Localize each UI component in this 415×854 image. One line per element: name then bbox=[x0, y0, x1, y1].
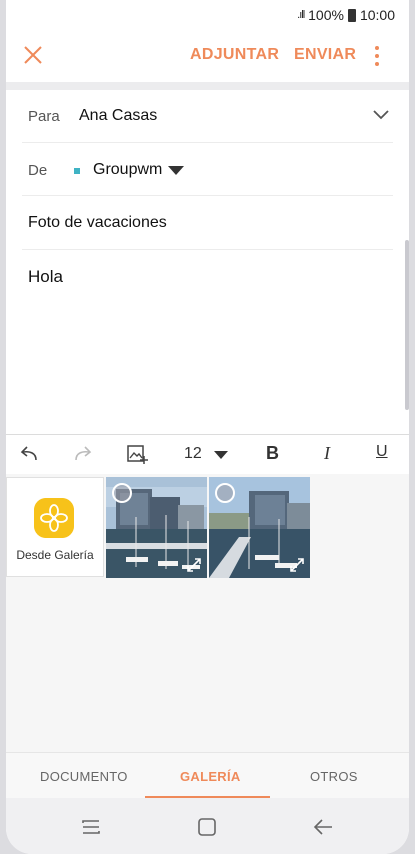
status-bar: .ıll 100% 10:00 bbox=[6, 0, 409, 30]
select-circle[interactable] bbox=[112, 483, 132, 503]
from-field[interactable]: De Groupwm bbox=[22, 142, 393, 196]
font-size-value[interactable]: 12 bbox=[184, 445, 202, 467]
bold-button[interactable]: B bbox=[266, 443, 279, 465]
italic-button[interactable]: I bbox=[324, 443, 330, 465]
attachment-picker: Desde Galería bbox=[6, 474, 409, 752]
battery-icon bbox=[347, 8, 356, 22]
recent-apps-icon[interactable] bbox=[80, 816, 102, 838]
message-body[interactable]: Hola bbox=[28, 267, 63, 287]
back-icon[interactable] bbox=[312, 816, 334, 838]
header-divider bbox=[6, 82, 409, 90]
home-icon[interactable] bbox=[196, 816, 218, 838]
undo-icon[interactable] bbox=[18, 443, 40, 465]
gallery-flower-icon bbox=[34, 498, 74, 538]
attachment-tabs: DOCUMENTO GALERÍA OTROS bbox=[6, 752, 409, 799]
action-bar: ADJUNTAR ENVIAR bbox=[6, 30, 409, 82]
close-icon[interactable] bbox=[22, 44, 44, 66]
account-color-icon bbox=[74, 168, 80, 174]
dropdown-triangle-icon[interactable] bbox=[168, 166, 184, 175]
to-field[interactable]: Para Ana Casas bbox=[22, 90, 393, 143]
redo-icon[interactable] bbox=[72, 443, 94, 465]
system-nav-bar bbox=[6, 798, 409, 854]
attach-button[interactable]: ADJUNTAR bbox=[190, 46, 279, 64]
battery-percent: 100% bbox=[308, 7, 344, 23]
signal-icon: .ıll bbox=[297, 9, 305, 21]
font-size-dropdown-icon[interactable] bbox=[214, 451, 228, 459]
gallery-thumbnail[interactable] bbox=[209, 477, 310, 578]
formatting-toolbar: 12 B I U bbox=[6, 434, 409, 476]
to-label: Para bbox=[28, 108, 60, 125]
from-gallery-button[interactable]: Desde Galería bbox=[6, 477, 104, 577]
to-recipient[interactable]: Ana Casas bbox=[79, 107, 157, 125]
email-compose-screen: .ıll 100% 10:00 ADJUNTAR ENVIAR Para Ana… bbox=[6, 0, 409, 854]
subject-text[interactable]: Foto de vacaciones bbox=[28, 214, 167, 232]
insert-image-icon[interactable] bbox=[126, 443, 148, 465]
clock: 10:00 bbox=[359, 7, 395, 23]
tab-document[interactable]: DOCUMENTO bbox=[40, 769, 128, 784]
from-label: De bbox=[28, 162, 48, 179]
from-gallery-label: Desde Galería bbox=[16, 548, 94, 562]
select-circle[interactable] bbox=[215, 483, 235, 503]
tab-others[interactable]: OTROS bbox=[310, 769, 358, 784]
expand-icon[interactable] bbox=[290, 558, 304, 572]
subject-field[interactable]: Foto de vacaciones bbox=[22, 195, 393, 250]
device-edge bbox=[405, 240, 409, 410]
from-account[interactable]: Groupwm bbox=[93, 161, 162, 179]
gallery-thumbnail[interactable] bbox=[106, 477, 207, 578]
tab-gallery[interactable]: GALERÍA bbox=[180, 769, 241, 784]
underline-button[interactable]: U bbox=[376, 443, 388, 465]
more-options-icon[interactable] bbox=[372, 44, 382, 68]
send-button[interactable]: ENVIAR bbox=[294, 46, 356, 64]
expand-icon[interactable] bbox=[187, 558, 201, 572]
chevron-down-icon[interactable] bbox=[373, 110, 389, 120]
